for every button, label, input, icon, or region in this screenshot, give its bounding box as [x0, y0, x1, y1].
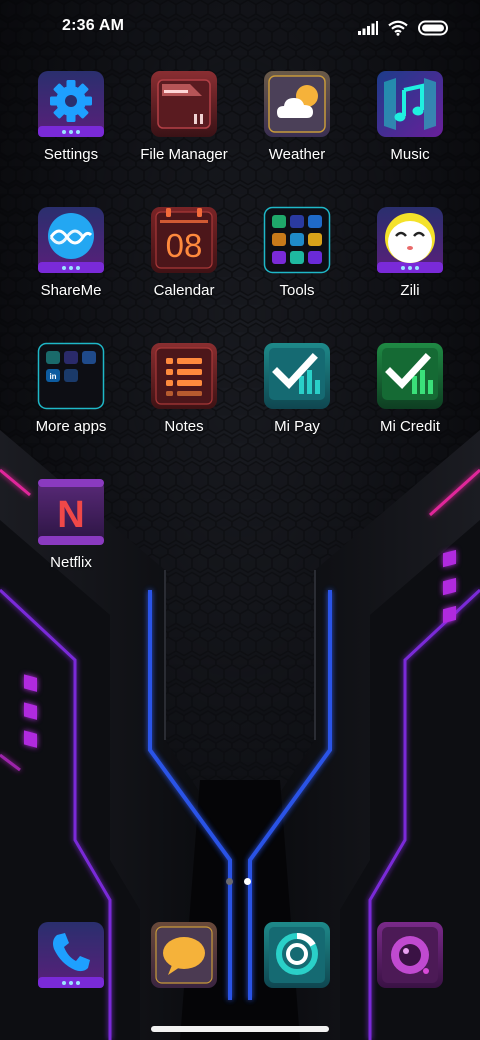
shareme-wave-icon — [37, 206, 105, 274]
gesture-nav-handle[interactable] — [151, 1026, 329, 1032]
app-music[interactable]: Music — [354, 70, 466, 182]
browser-icon — [264, 922, 330, 988]
page-dot-1[interactable] — [226, 878, 233, 885]
app-label: Tools — [279, 282, 315, 299]
app-label: Settings — [43, 146, 99, 163]
battery-icon — [418, 20, 448, 36]
app-calendar[interactable]: 08 Calendar — [128, 206, 240, 318]
netflix-letter: N — [57, 494, 84, 536]
app-label: More apps — [35, 418, 107, 435]
notes-list-icon — [150, 342, 218, 410]
app-shareme[interactable]: ShareMe — [15, 206, 127, 318]
mi-credit-check-icon — [376, 342, 444, 410]
app-label: File Manager — [140, 146, 228, 163]
phone-icon — [38, 922, 104, 988]
app-label: Notes — [164, 418, 204, 435]
app-more-apps-folder[interactable]: in More apps — [15, 342, 127, 454]
app-label: Zili — [400, 282, 420, 299]
cellular-signal-icon — [358, 21, 378, 35]
app-label: Mi Credit — [379, 418, 440, 435]
status-time: 2:36 AM — [62, 17, 125, 34]
app-file-manager[interactable]: File Manager — [128, 70, 240, 182]
app-label: Mi Pay — [274, 418, 320, 435]
music-note-icon — [376, 70, 444, 138]
netflix-logo-icon: N — [37, 478, 105, 546]
more-apps-folder-icon: in — [37, 342, 105, 410]
home-screen: 2:36 AM Settings File Manager Weather Mu… — [0, 0, 480, 1040]
app-mi-credit[interactable]: Mi Credit — [354, 342, 466, 454]
dock-camera[interactable] — [376, 921, 444, 989]
app-label: ShareMe — [40, 282, 102, 299]
mi-pay-check-icon — [263, 342, 331, 410]
app-settings[interactable]: Settings — [15, 70, 127, 182]
dock-phone[interactable] — [37, 921, 105, 989]
weather-cloud-sun-icon — [263, 70, 331, 138]
zili-face-icon — [376, 206, 444, 274]
tools-folder-icon — [263, 206, 331, 274]
app-label: Netflix — [50, 554, 92, 571]
linkedin-mini-label: in — [49, 372, 56, 381]
status-bar: 2:36 AM — [0, 0, 480, 56]
settings-gear-icon — [37, 70, 105, 138]
app-weather[interactable]: Weather — [241, 70, 353, 182]
app-netflix[interactable]: N Netflix — [15, 478, 127, 590]
dock-messages[interactable] — [150, 921, 218, 989]
dock-browser[interactable] — [263, 921, 331, 989]
app-mi-pay[interactable]: Mi Pay — [241, 342, 353, 454]
page-dot-2[interactable] — [244, 878, 251, 885]
app-label: Music — [390, 146, 430, 163]
calendar-icon: 08 — [150, 206, 218, 274]
folder-icon — [150, 70, 218, 138]
page-indicator — [226, 878, 251, 885]
wifi-icon — [388, 20, 408, 36]
app-notes[interactable]: Notes — [128, 342, 240, 454]
app-label: Calendar — [153, 282, 215, 299]
messages-bubble-icon — [151, 922, 217, 988]
app-tools-folder[interactable]: Tools — [241, 206, 353, 318]
calendar-date: 08 — [166, 227, 203, 264]
app-label: Weather — [268, 146, 326, 163]
status-icons — [358, 18, 450, 38]
app-zili[interactable]: Zili — [354, 206, 466, 318]
camera-icon — [377, 922, 443, 988]
